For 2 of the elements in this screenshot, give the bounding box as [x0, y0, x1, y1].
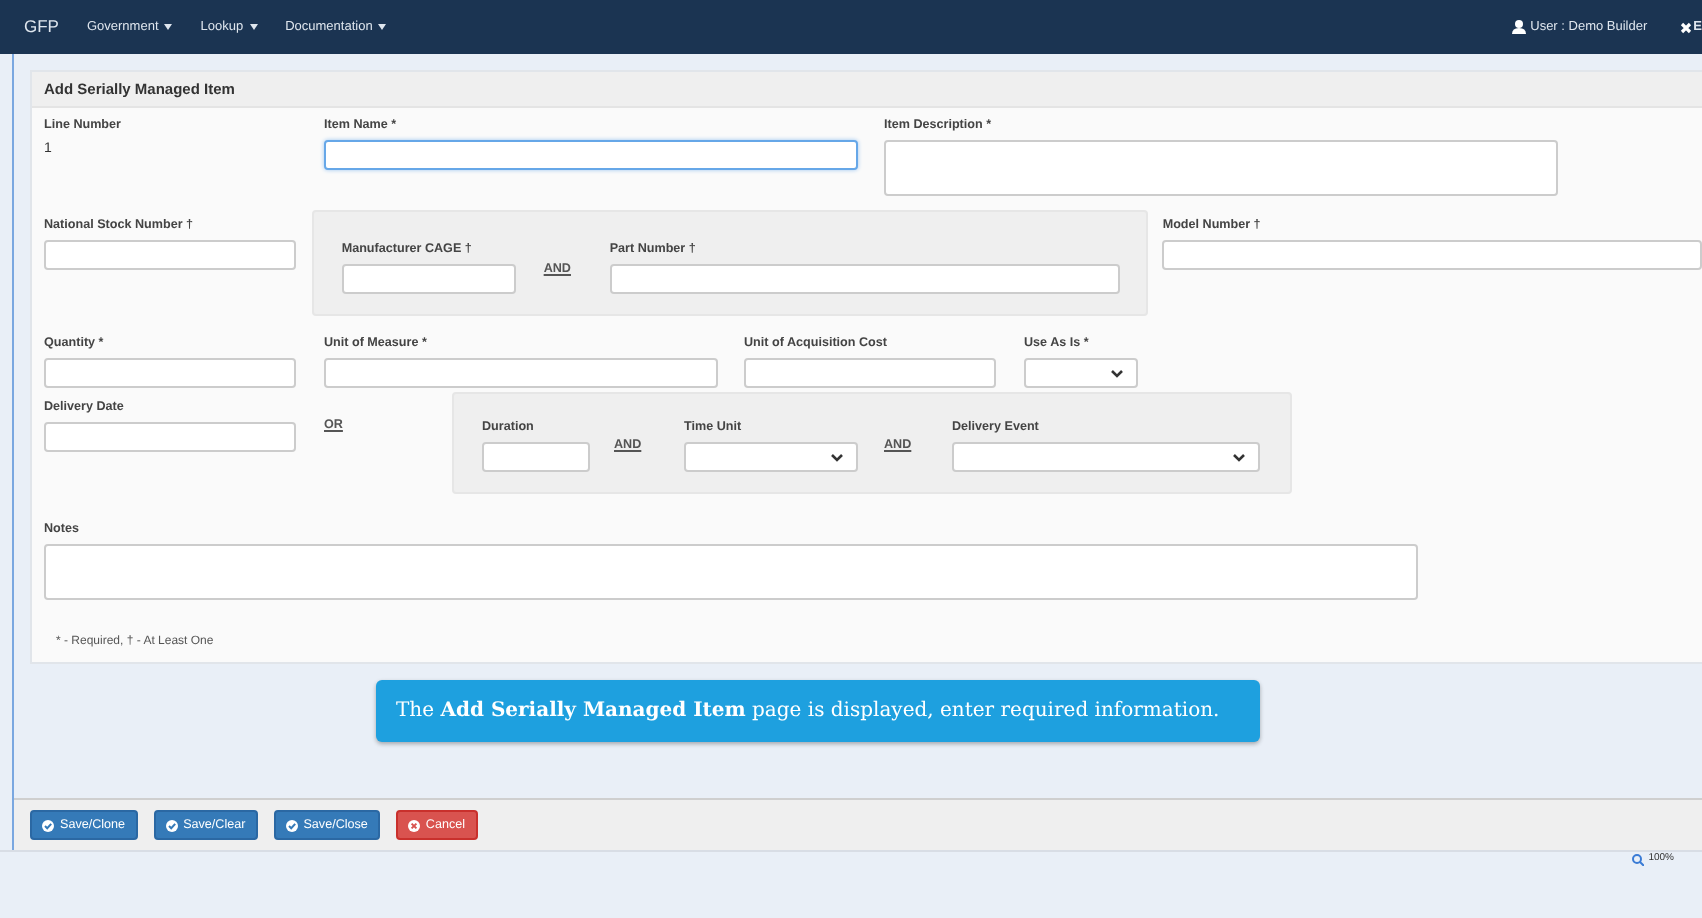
brand-link[interactable]: GFP: [24, 14, 59, 40]
callout-message: The Add Serially Managed Item page is displayed, enter required information.: [376, 680, 1260, 742]
